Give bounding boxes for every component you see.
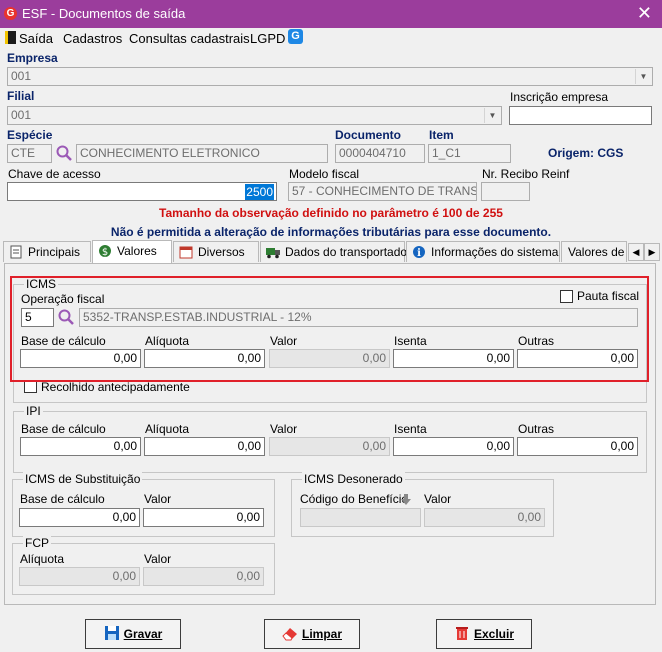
tab-scroll-right-icon[interactable]: ▶ <box>644 243 660 261</box>
ipi-group-title: IPI <box>24 404 43 418</box>
fcp-group-title: FCP <box>23 536 51 550</box>
info-icon: i <box>413 246 425 259</box>
gravar-label: Gravar <box>123 627 163 641</box>
ipi-valor-field: 0,00 <box>269 437 390 456</box>
tab-informacoes-sistema[interactable]: i Informações do sistema <box>406 241 560 262</box>
icms-st-base-field[interactable]: 0,00 <box>19 508 140 527</box>
tab-valores-label: Valores <box>117 244 157 258</box>
modelo-field: 57 - CONHECIMENTO DE TRANSPOF <box>288 182 477 201</box>
icms-st-base-label: Base de cálculo <box>20 492 105 506</box>
limpar-button[interactable]: Limpar <box>264 619 360 649</box>
tab-informacoes-sistema-label: Informações do sistema <box>431 245 559 259</box>
money-icon: $ <box>99 245 111 258</box>
tab-diversos-label: Diversos <box>198 245 245 259</box>
empresa-select[interactable]: 001 ▼ <box>7 67 653 86</box>
trash-icon <box>455 626 468 640</box>
ipi-outras-field[interactable]: 0,00 <box>517 437 638 456</box>
svg-text:i: i <box>417 248 421 259</box>
icms-st-valor-label: Valor <box>144 492 172 506</box>
close-icon[interactable]: ✕ <box>637 3 652 23</box>
item-label: Item <box>429 128 454 142</box>
recibo-field <box>481 182 530 201</box>
truck-icon <box>266 248 280 259</box>
document-icon <box>10 245 22 259</box>
menu-consultas-cadastrais[interactable]: Consultas cadastrais <box>129 31 250 46</box>
ipi-base-label: Base de cálculo <box>21 422 106 436</box>
documento-field: 0000404710 <box>335 144 425 163</box>
icms-desonerado-group-title: ICMS Desonerado <box>302 472 405 486</box>
chevron-down-icon[interactable]: ▼ <box>484 108 500 123</box>
origem-text: Origem: CGS <box>548 146 624 160</box>
eraser-icon <box>282 627 297 641</box>
ipi-base-field[interactable]: 0,00 <box>20 437 141 456</box>
icms-st-group-title: ICMS de Substituição <box>23 472 143 486</box>
fcp-aliquota-field: 0,00 <box>19 567 140 586</box>
inscricao-field[interactable] <box>509 106 652 125</box>
empresa-value: 001 <box>11 69 32 83</box>
lgpd-logo-icon[interactable]: G <box>288 29 303 44</box>
icms-st-valor-field[interactable]: 0,00 <box>143 508 264 527</box>
especie-label: Espécie <box>7 128 53 142</box>
arrow-down-icon[interactable] <box>401 494 411 505</box>
ipi-isenta-field[interactable]: 0,00 <box>393 437 514 456</box>
menu-lgpd[interactable]: LGPD <box>250 31 285 46</box>
filial-value: 001 <box>11 108 32 122</box>
ipi-valor-label: Valor <box>270 422 298 436</box>
warning-observacao: Tamanho da observação definido no parâme… <box>159 206 503 220</box>
ipi-isenta-label: Isenta <box>394 422 427 436</box>
menu-saida[interactable]: Saída <box>19 31 53 46</box>
ipi-outras-label: Outras <box>518 422 555 436</box>
especie-code-field[interactable]: CTE <box>7 144 52 163</box>
chevron-down-icon[interactable]: ▼ <box>635 69 651 84</box>
search-icon[interactable] <box>55 144 73 162</box>
documento-label: Documento <box>335 128 401 142</box>
excluir-button[interactable]: Excluir <box>436 619 532 649</box>
fcp-aliquota-label: Alíquota <box>20 552 65 566</box>
chave-label: Chave de acesso <box>8 167 101 181</box>
menu-cadastros[interactable]: Cadastros <box>63 31 122 46</box>
ipi-aliquota-field[interactable]: 0,00 <box>144 437 265 456</box>
tab-strip: Principais $ Valores Diversos Dados do t… <box>0 240 662 263</box>
tab-scroll-left-icon[interactable]: ◀ <box>628 243 644 261</box>
recolhido-label: Recolhido antecipadamente <box>41 380 190 394</box>
tab-valores-ir-label: Valores de ir <box>568 245 626 259</box>
codigo-beneficio-field <box>300 508 421 527</box>
chave-selected-text: 2500 <box>245 184 274 200</box>
chave-field[interactable]: 2500 <box>7 182 277 201</box>
codigo-beneficio-label: Código do Benefício <box>300 492 409 506</box>
app-logo-icon: G <box>4 7 17 20</box>
especie-desc-field: CONHECIMENTO ELETRONICO <box>76 144 328 163</box>
filial-label: Filial <box>7 89 35 103</box>
tab-valores-ir[interactable]: Valores de ir <box>561 241 627 262</box>
icms-des-valor-field: 0,00 <box>424 508 545 527</box>
save-icon <box>104 625 119 640</box>
tab-valores[interactable]: $ Valores <box>92 240 172 263</box>
fcp-valor-field: 0,00 <box>143 567 264 586</box>
tab-principais[interactable]: Principais <box>3 241 91 262</box>
icms-des-valor-label: Valor <box>424 492 452 506</box>
title-bar: G ESF - Documentos de saída ✕ <box>0 0 662 28</box>
fcp-valor-label: Valor <box>144 552 172 566</box>
exit-door-icon <box>5 31 16 44</box>
tab-diversos[interactable]: Diversos <box>173 241 259 262</box>
empresa-label: Empresa <box>7 51 58 65</box>
filial-select[interactable]: 001 ▼ <box>7 106 502 125</box>
ipi-aliquota-label: Alíquota <box>145 422 190 436</box>
inscricao-label: Inscrição empresa <box>510 90 609 104</box>
svg-text:$: $ <box>102 247 108 258</box>
gravar-button[interactable]: Gravar <box>85 619 181 649</box>
excluir-label: Excluir <box>473 627 515 641</box>
limpar-label: Limpar <box>301 627 342 641</box>
tab-dados-transportador-label: Dados do transportador <box>285 245 412 259</box>
tab-principais-label: Principais <box>28 245 81 259</box>
recibo-label: Nr. Recibo Reinf <box>482 167 570 181</box>
highlight-box <box>10 276 649 382</box>
modelo-label: Modelo fiscal <box>289 167 360 181</box>
window-title: ESF - Documentos de saída <box>22 6 186 21</box>
menu-bar: Saída Cadastros Consultas cadastrais LGP… <box>0 28 662 48</box>
calendar-icon <box>179 246 193 259</box>
warning-tributaria: Não é permitida a alteração de informaçõ… <box>110 225 552 239</box>
item-field: 1_C1 <box>428 144 511 163</box>
tab-dados-transportador[interactable]: Dados do transportador <box>260 241 411 262</box>
